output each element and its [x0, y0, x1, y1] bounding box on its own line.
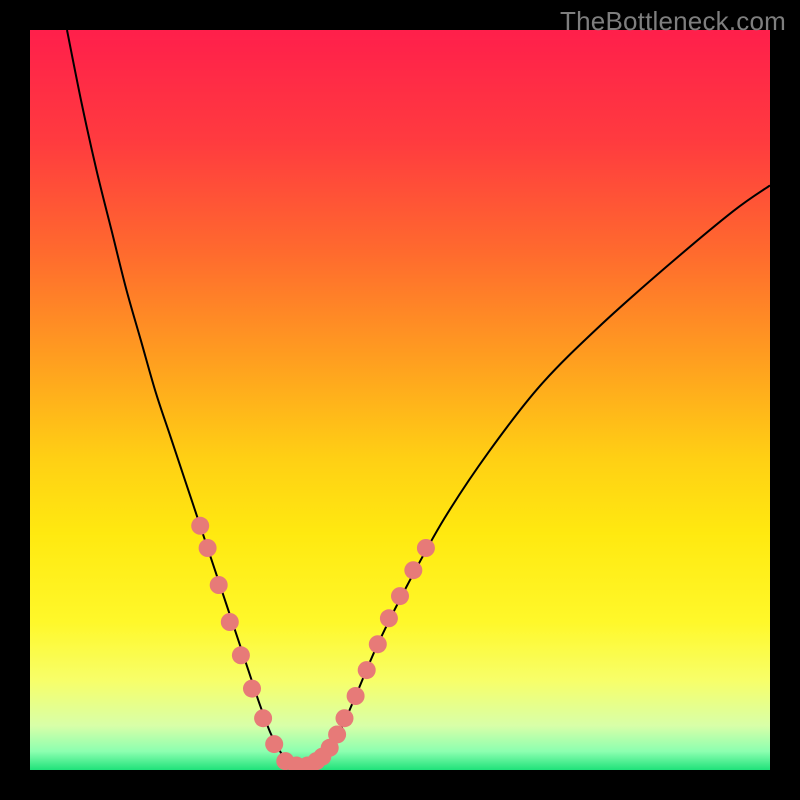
marker-dot [369, 635, 387, 653]
marker-dot [232, 646, 250, 664]
marker-dot [265, 735, 283, 753]
marker-dot [391, 587, 409, 605]
marker-dot [210, 576, 228, 594]
marker-dot [221, 613, 239, 631]
marker-dot [347, 687, 365, 705]
marker-dot [417, 539, 435, 557]
plot-area [30, 30, 770, 770]
marker-dot [307, 752, 325, 770]
chart-frame: TheBottleneck.com [0, 0, 800, 800]
marker-dot [358, 661, 376, 679]
marker-dot [254, 709, 272, 727]
marker-dot [404, 561, 422, 579]
marker-dot [336, 709, 354, 727]
bottleneck-plot [30, 30, 770, 770]
marker-dot [380, 609, 398, 627]
marker-dot [199, 539, 217, 557]
marker-dot [191, 517, 209, 535]
gradient-background [30, 30, 770, 770]
watermark-text: TheBottleneck.com [560, 6, 786, 37]
marker-dot [243, 680, 261, 698]
marker-dot [328, 725, 346, 743]
